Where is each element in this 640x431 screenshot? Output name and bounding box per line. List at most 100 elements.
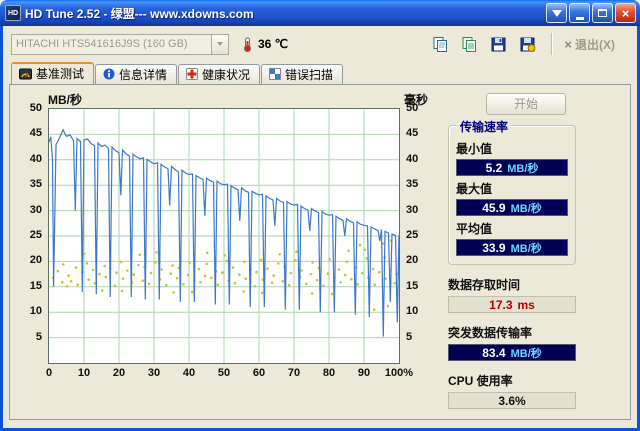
burst-rate-value-badge: 83.4 MB/秒 <box>448 344 576 361</box>
floppy-icon <box>491 37 506 51</box>
tab-benchmark[interactable]: 基准测试 <box>11 62 95 84</box>
axis-tick: 40 <box>406 152 419 165</box>
axis-tick: 35 <box>29 178 42 191</box>
toolbar: HITACHI HTS541616J9S (160 GB) 36 ℃ × 退出(… <box>3 26 637 62</box>
axis-tick: 40 <box>29 152 42 165</box>
drive-select-label: HITACHI HTS541616J9S (160 GB) <box>16 38 188 50</box>
download-button[interactable] <box>546 3 567 23</box>
axis-tick: 35 <box>406 178 419 191</box>
export-button[interactable] <box>514 32 540 56</box>
left-axis-label: MB/秒 <box>48 93 82 107</box>
copy-image-icon <box>462 36 476 52</box>
axis-tick: 5 <box>406 330 413 343</box>
exit-label: 退出(X) <box>575 37 615 52</box>
maximize-icon <box>598 9 607 17</box>
toolbar-separator <box>551 33 554 55</box>
axis-tick: 10 <box>77 367 91 379</box>
axis-tick: 60 <box>252 367 266 379</box>
start-button[interactable]: 开始 <box>486 93 566 115</box>
temperature-display: 36 ℃ <box>241 37 288 52</box>
max-value: 45.9 <box>482 200 506 215</box>
thermometer-icon <box>244 37 251 52</box>
app-icon: HD <box>5 5 21 21</box>
min-unit: MB/秒 <box>507 162 539 175</box>
axis-tick: 5 <box>35 330 42 343</box>
download-icon <box>551 9 562 17</box>
axis-tick: 20 <box>112 367 126 379</box>
tab-info[interactable]: 信息详情 <box>95 64 178 84</box>
axis-tick: 90 <box>357 367 371 379</box>
y-axis-left-ticks: 50 45 40 35 30 25 20 15 10 5 <box>20 102 44 364</box>
axis-tick: 10 <box>29 305 42 318</box>
window-body: HITACHI HTS541616J9S (160 GB) 36 ℃ × 退出(… <box>0 26 640 431</box>
drive-select[interactable]: HITACHI HTS541616J9S (160 GB) <box>11 33 229 55</box>
axis-tick: 30 <box>147 367 161 379</box>
copy-pages-icon <box>433 36 447 52</box>
hdtune-window: HD HD Tune 2.52 - 绿盟--- www.xdowns.com ×… <box>0 0 640 431</box>
minimize-button[interactable] <box>569 3 590 23</box>
avg-unit: MB/秒 <box>510 242 542 255</box>
window-title: HD Tune 2.52 - 绿盟--- www.xdowns.com <box>25 6 254 21</box>
axis-tick: 50 <box>406 102 419 114</box>
access-time-value-box: 17.3 ms <box>448 296 576 313</box>
axis-tick: 40 <box>182 367 196 379</box>
burst-rate-value: 83.4 <box>482 345 506 360</box>
avg-value: 33.9 <box>482 240 506 255</box>
axis-tick: 25 <box>406 229 419 241</box>
axis-tick: 100% <box>384 367 414 379</box>
axis-tick: 20 <box>29 254 42 267</box>
axis-tick: 30 <box>406 203 419 216</box>
burst-rate-unit: MB/秒 <box>510 347 542 360</box>
min-value: 5.2 <box>485 160 503 175</box>
cpu-usage-label: CPU 使用率 <box>448 374 513 388</box>
tab-label: 错误扫描 <box>285 67 334 82</box>
benchmark-icon <box>19 68 32 79</box>
axis-tick: 70 <box>287 367 301 379</box>
benchmark-tab-panel: MB/秒 毫秒 50 45 40 35 30 25 20 15 10 5 50 45 40 35 30 25… <box>9 84 631 420</box>
copy-button[interactable] <box>427 32 453 56</box>
scan-icon <box>269 68 282 80</box>
cpu-usage-value: 3.6% <box>498 393 526 408</box>
minimize-icon <box>575 16 584 20</box>
tab-health[interactable]: 健康状况 <box>178 64 261 84</box>
chart-svg <box>49 109 399 363</box>
axis-tick: 20 <box>406 254 419 267</box>
access-time-unit: ms <box>517 297 535 312</box>
tab-label: 健康状况 <box>202 67 251 82</box>
x-axis-ticks: 0 10 20 30 40 50 60 70 80 90 100% <box>46 367 413 381</box>
close-button[interactable]: × <box>615 3 636 23</box>
chart-plot-area <box>48 108 400 364</box>
cpu-usage-value-box: 3.6% <box>448 392 576 409</box>
temperature-value: 36 ℃ <box>258 37 289 51</box>
chevron-down-icon <box>217 42 223 46</box>
floppy-export-icon <box>520 37 536 52</box>
maximize-button[interactable] <box>592 3 613 23</box>
axis-tick: 80 <box>322 367 336 379</box>
burst-rate-label: 突发数据传输率 <box>448 326 533 340</box>
min-label: 最小值 <box>456 142 493 156</box>
transfer-rate-group: 传输速率 最小值 5.2 MB/秒 最大值 45.9 MB/秒 平均值 33.9 <box>448 118 576 265</box>
benchmark-chart: MB/秒 毫秒 50 45 40 35 30 25 20 15 10 5 50 45 40 35 30 25… <box>20 91 434 391</box>
avg-label: 平均值 <box>456 222 493 236</box>
exit-button[interactable]: × 退出(X) <box>564 36 629 53</box>
save-button[interactable] <box>485 32 511 56</box>
health-icon <box>186 68 199 80</box>
tab-label: 基准测试 <box>36 67 85 81</box>
max-unit: MB/秒 <box>510 202 542 215</box>
y-axis-right-ticks: 50 45 40 35 30 25 20 15 10 5 <box>404 102 428 364</box>
access-time-label: 数据存取时间 <box>448 278 521 292</box>
close-icon: × <box>621 5 630 21</box>
titlebar[interactable]: HD HD Tune 2.52 - 绿盟--- www.xdowns.com × <box>0 0 640 26</box>
axis-tick: 25 <box>29 229 42 241</box>
copy-image-button[interactable] <box>456 32 482 56</box>
max-label: 最大值 <box>456 182 493 196</box>
min-value-badge: 5.2 MB/秒 <box>456 159 568 176</box>
tab-bar: 基准测试 信息详情 健康状况 错误扫描 <box>11 62 637 84</box>
transfer-rate-title: 传输速率 <box>457 118 512 135</box>
axis-tick: 10 <box>406 305 419 318</box>
axis-tick: 30 <box>29 203 42 216</box>
axis-tick: 15 <box>406 279 419 292</box>
tab-scan[interactable]: 错误扫描 <box>261 64 344 84</box>
axis-tick: 45 <box>29 127 42 140</box>
access-time-value: 17.3 <box>489 297 513 312</box>
